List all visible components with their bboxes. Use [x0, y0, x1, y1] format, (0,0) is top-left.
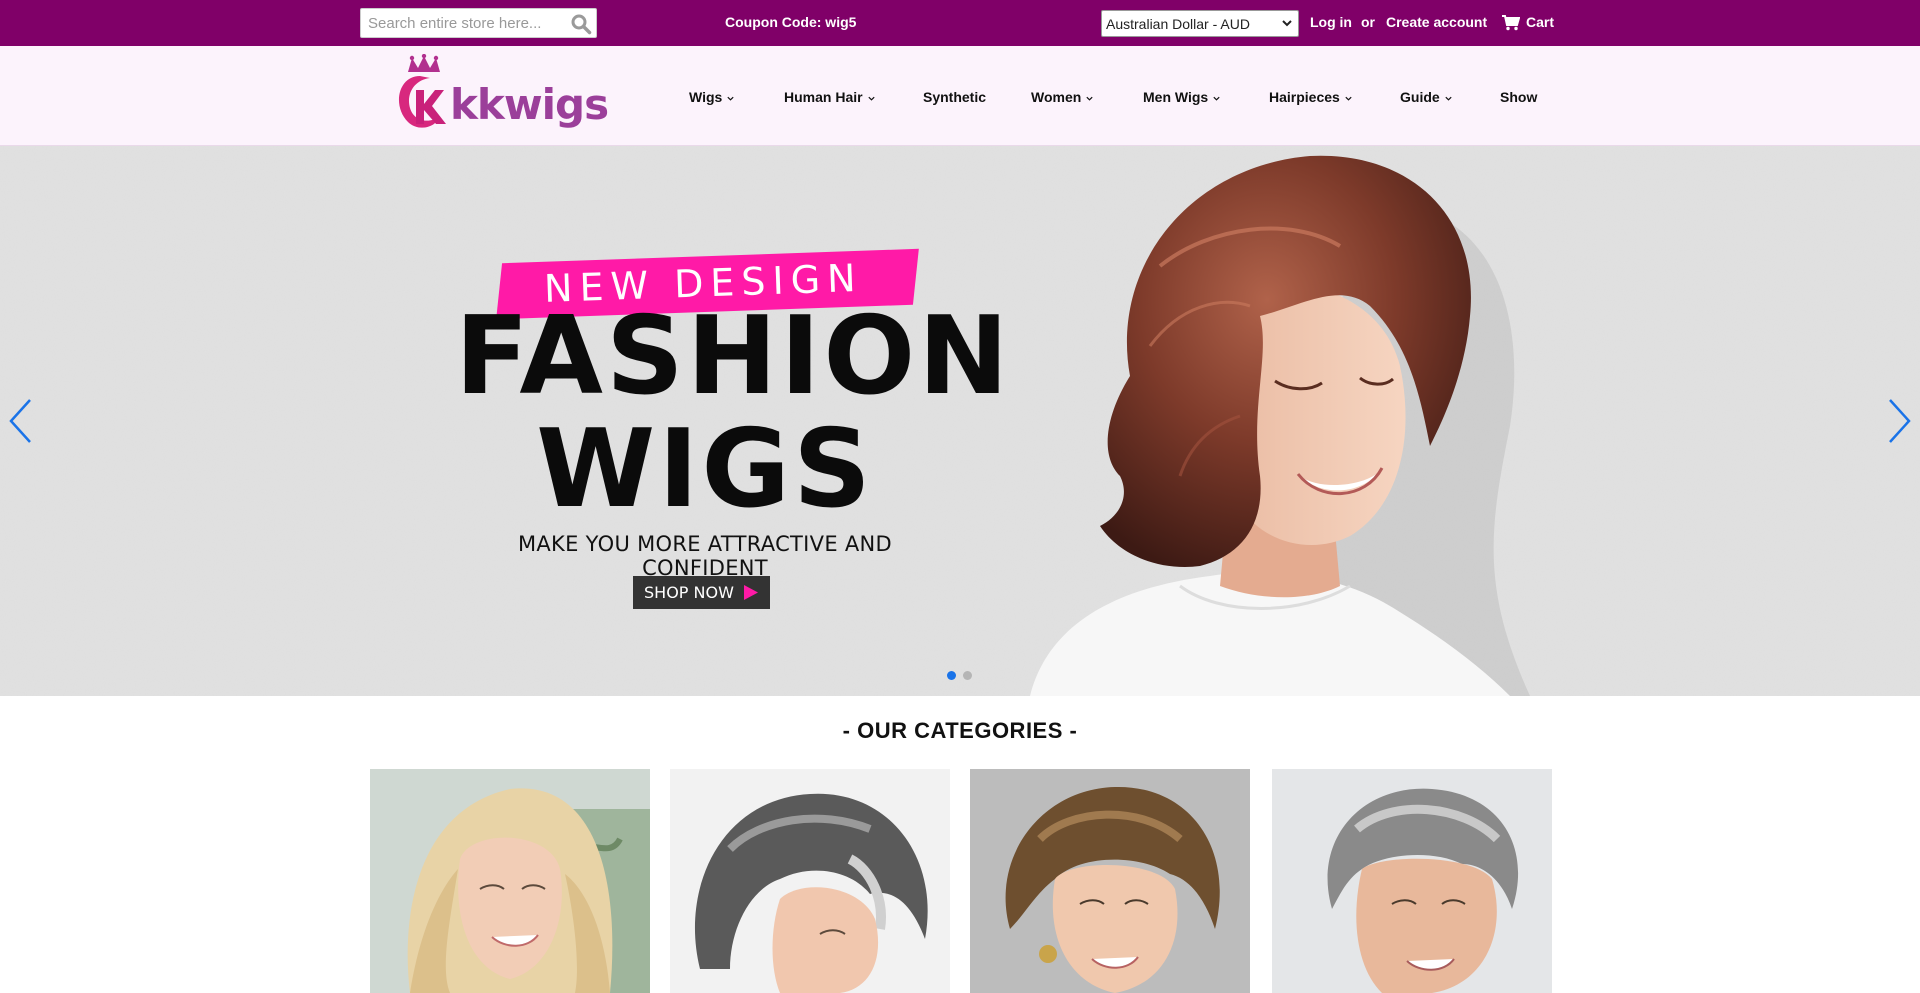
nav-label: Women: [1031, 89, 1082, 105]
chevron-down-icon: [1445, 96, 1452, 101]
categories-title: - OUR CATEGORIES -: [842, 718, 1078, 743]
currency-select[interactable]: Australian Dollar - AUD: [1101, 10, 1299, 37]
hero-background: [0, 146, 1920, 696]
hero-slider: NEW DESIGN FASHION WIGS MAKE YOU MORE AT…: [0, 146, 1920, 696]
hero-headline-line2: WIGS: [536, 407, 874, 532]
shop-now-button[interactable]: SHOP NOW: [633, 576, 770, 609]
category-image: [670, 769, 950, 993]
prev-slide-arrow-icon[interactable]: [6, 396, 36, 446]
create-account-link[interactable]: Create account: [1386, 14, 1487, 30]
chevron-down-icon: [1213, 96, 1220, 101]
or-separator: or: [1361, 14, 1375, 30]
coupon-code: Coupon Code: wig5: [725, 14, 857, 30]
category-card-blonde-wig[interactable]: [370, 769, 650, 993]
play-arrow-icon: [744, 585, 758, 600]
category-image: [970, 769, 1250, 993]
hero-headline-line1: FASHION: [455, 294, 1012, 419]
cart-icon[interactable]: [1502, 15, 1520, 31]
site-header: kkwigs Wigs Human Hair Synthetic Women M…: [0, 46, 1920, 146]
nav-label: Hairpieces: [1269, 89, 1340, 105]
nav-label: Men Wigs: [1143, 89, 1209, 105]
search-icon[interactable]: [570, 13, 592, 35]
nav-label: Show: [1500, 89, 1538, 105]
chevron-down-icon: [1282, 20, 1292, 27]
hero-model-image: [1030, 155, 1530, 696]
chevron-down-icon: [1345, 96, 1352, 101]
slide-dot-2[interactable]: [963, 671, 972, 680]
category-card-brown-curly-wig[interactable]: [970, 769, 1250, 993]
category-image: [370, 769, 650, 993]
nav-label: Wigs: [689, 89, 723, 105]
search-box: [360, 8, 597, 38]
search-input[interactable]: [361, 9, 561, 37]
category-card-men-grey-wig[interactable]: [1272, 769, 1552, 993]
category-image: [1272, 769, 1552, 993]
hero-tagline: MAKE YOU MORE ATTRACTIVE AND CONFIDENT: [517, 532, 893, 580]
top-bar: Coupon Code: wig5 Australian Dollar - AU…: [0, 0, 1920, 46]
currency-selected-value: Australian Dollar - AUD: [1106, 16, 1250, 32]
nav-wigs[interactable]: Wigs: [689, 89, 735, 105]
nav-women[interactable]: Women: [1031, 89, 1094, 105]
chevron-down-icon: [867, 96, 875, 101]
next-slide-arrow-icon[interactable]: [1884, 396, 1914, 446]
cart-link[interactable]: Cart: [1526, 14, 1554, 30]
chevron-down-icon: [1086, 96, 1093, 101]
kkwigs-logo[interactable]: kkwigs: [390, 53, 609, 136]
nav-hairpieces[interactable]: Hairpieces: [1269, 89, 1353, 105]
nav-label: Guide: [1400, 89, 1440, 105]
nav-label: Synthetic: [923, 89, 987, 105]
nav-label: Human Hair: [784, 89, 863, 105]
nav-guide[interactable]: Guide: [1400, 89, 1453, 105]
shop-now-label: SHOP NOW: [644, 583, 734, 602]
nav-show[interactable]: Show: [1500, 89, 1537, 105]
nav-men-wigs[interactable]: Men Wigs: [1143, 89, 1221, 105]
logo-text: kkwigs: [450, 80, 609, 129]
category-card-grey-curly-wig[interactable]: [670, 769, 950, 993]
chevron-down-icon: [727, 96, 734, 101]
login-link[interactable]: Log in: [1310, 14, 1352, 30]
slide-dot-1[interactable]: [947, 671, 956, 680]
nav-human-hair[interactable]: Human Hair: [784, 89, 876, 105]
nav-synthetic[interactable]: Synthetic: [923, 89, 986, 105]
